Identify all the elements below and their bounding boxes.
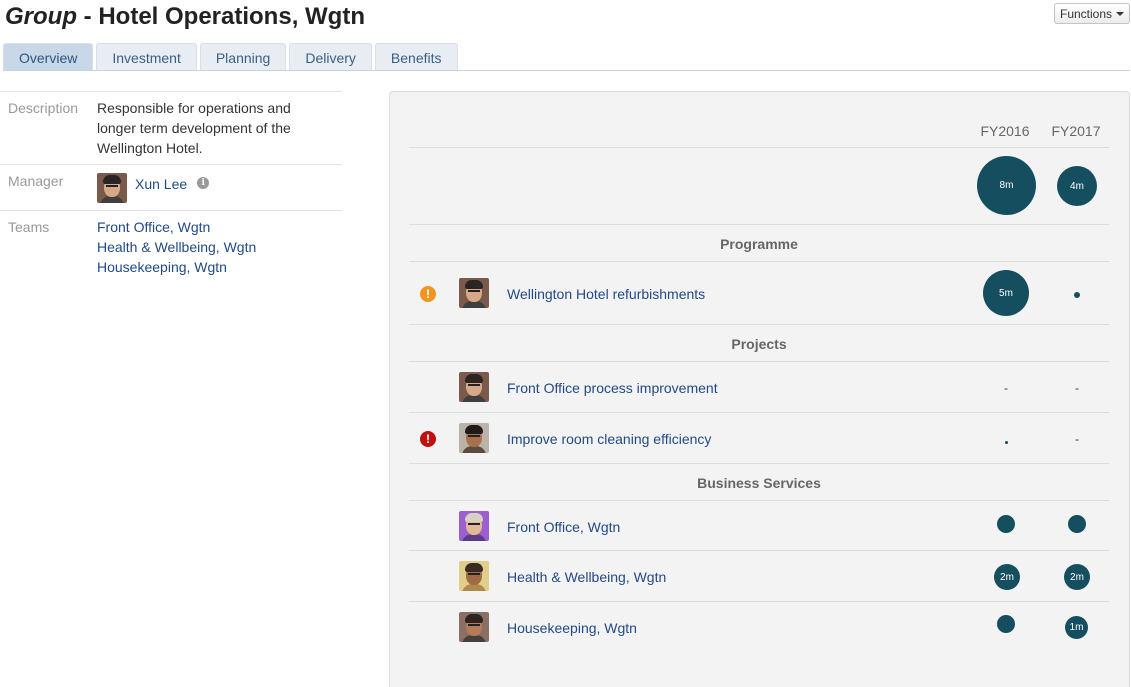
functions-label: Functions <box>1059 6 1113 21</box>
manager-label: Manager <box>8 173 64 189</box>
value-empty-fy2017: - <box>1075 381 1079 395</box>
info-icon[interactable]: i <box>197 177 210 189</box>
service-bubble-fy2016[interactable] <box>997 615 1015 633</box>
section-business-services: Business Services <box>409 464 1109 501</box>
fy-header: FY2016 FY2017 <box>409 92 1109 148</box>
team-link-housekeeping[interactable]: Housekeeping, Wgtn <box>97 257 342 277</box>
manager-link[interactable]: Xun Lee <box>135 174 187 194</box>
project-avatar[interactable] <box>459 423 489 453</box>
investment-summary-panel: FY2016 FY2017 8m 4m Programme ! Wellingt… <box>389 91 1130 687</box>
page-title-type: Group <box>5 3 77 30</box>
summary-grid: FY2016 FY2017 8m 4m Programme ! Wellingt… <box>409 92 1109 653</box>
error-icon[interactable]: ! <box>420 431 436 447</box>
warning-icon[interactable]: ! <box>420 286 436 302</box>
description-row: Description Responsible for operations a… <box>0 92 342 165</box>
project-avatar[interactable] <box>459 372 489 402</box>
total-bubble-fy2017[interactable]: 4m <box>1057 166 1097 206</box>
description-label: Description <box>8 100 79 116</box>
project-link-room-cleaning[interactable]: Improve room cleaning efficiency <box>507 431 711 447</box>
service-avatar[interactable] <box>459 561 489 591</box>
value-empty-fy2016: - <box>1004 381 1008 395</box>
service-link-health-wellbeing[interactable]: Health & Wellbeing, Wgtn <box>507 569 666 585</box>
team-link-front-office[interactable]: Front Office, Wgtn <box>97 217 342 237</box>
page-title: Group - Hotel Operations, Wgtn <box>5 3 365 31</box>
service-bubble-fy2017[interactable]: 1m <box>1065 616 1088 639</box>
service-row: Health & Wellbeing, Wgtn 2m 2m <box>409 551 1109 602</box>
fy-label-2017: FY2017 <box>1051 123 1101 139</box>
service-link-front-office[interactable]: Front Office, Wgtn <box>507 519 620 535</box>
service-bubble-fy2016[interactable]: 2m <box>994 564 1020 590</box>
manager-value: Xun Lee i <box>97 173 342 203</box>
tab-bar: Overview Investment Planning Delivery Be… <box>3 43 458 71</box>
service-avatar[interactable] <box>459 511 489 541</box>
caret-down-icon <box>1116 11 1125 16</box>
totals-row: 8m 4m <box>409 148 1109 225</box>
service-bubble-fy2016[interactable] <box>997 515 1015 533</box>
total-bubble-fy2016[interactable]: 8m <box>977 156 1036 215</box>
programme-bubble-fy2017[interactable] <box>1074 292 1080 298</box>
section-title: Programme <box>720 236 798 252</box>
section-title: Business Services <box>697 475 821 491</box>
service-bubble-fy2017[interactable] <box>1068 515 1086 533</box>
section-projects: Projects <box>409 325 1109 362</box>
teams-label: Teams <box>8 219 50 235</box>
project-bubble-fy2016[interactable] <box>1005 441 1008 444</box>
service-avatar[interactable] <box>459 612 489 642</box>
service-row: Housekeeping, Wgtn 1m <box>409 602 1109 653</box>
section-title: Projects <box>731 336 787 352</box>
service-bubble-fy2017[interactable]: 2m <box>1064 564 1090 590</box>
programme-bubble-fy2016[interactable]: 5m <box>983 270 1029 316</box>
description-text: Responsible for operations and longer te… <box>97 100 291 156</box>
programme-row: ! Wellington Hotel refurbishments 5m <box>409 262 1109 325</box>
tabs-divider <box>3 70 1130 71</box>
tab-delivery[interactable]: Delivery <box>289 43 372 71</box>
project-row: ! Improve room cleaning efficiency - <box>409 413 1109 464</box>
tab-benefits[interactable]: Benefits <box>374 43 458 71</box>
programme-avatar[interactable] <box>459 278 489 308</box>
teams-row: Teams Front Office, Wgtn Health & Wellbe… <box>0 211 342 283</box>
service-link-housekeeping[interactable]: Housekeeping, Wgtn <box>507 620 637 636</box>
tab-overview[interactable]: Overview <box>3 43 94 71</box>
programme-link-wellington-refurbishments[interactable]: Wellington Hotel refurbishments <box>507 286 705 302</box>
project-link-front-office-process[interactable]: Front Office process improvement <box>507 380 718 396</box>
tab-planning[interactable]: Planning <box>199 43 287 71</box>
teams-list: Front Office, Wgtn Health & Wellbeing, W… <box>97 217 342 277</box>
value-empty-fy2017: - <box>1075 432 1079 446</box>
team-link-health-wellbeing[interactable]: Health & Wellbeing, Wgtn <box>97 237 342 257</box>
page-title-name: - Hotel Operations, Wgtn <box>77 3 365 30</box>
project-row: Front Office process improvement - - <box>409 362 1109 413</box>
manager-avatar[interactable] <box>97 173 127 203</box>
fy-label-2016: FY2016 <box>980 123 1030 139</box>
manager-row: Manager Xun Lee i <box>0 165 342 211</box>
section-programme: Programme <box>409 225 1109 262</box>
functions-dropdown-button[interactable]: Functions <box>1054 3 1130 24</box>
group-details: Description Responsible for operations a… <box>0 91 342 283</box>
service-row: Front Office, Wgtn <box>409 501 1109 551</box>
tab-investment[interactable]: Investment <box>96 43 197 71</box>
